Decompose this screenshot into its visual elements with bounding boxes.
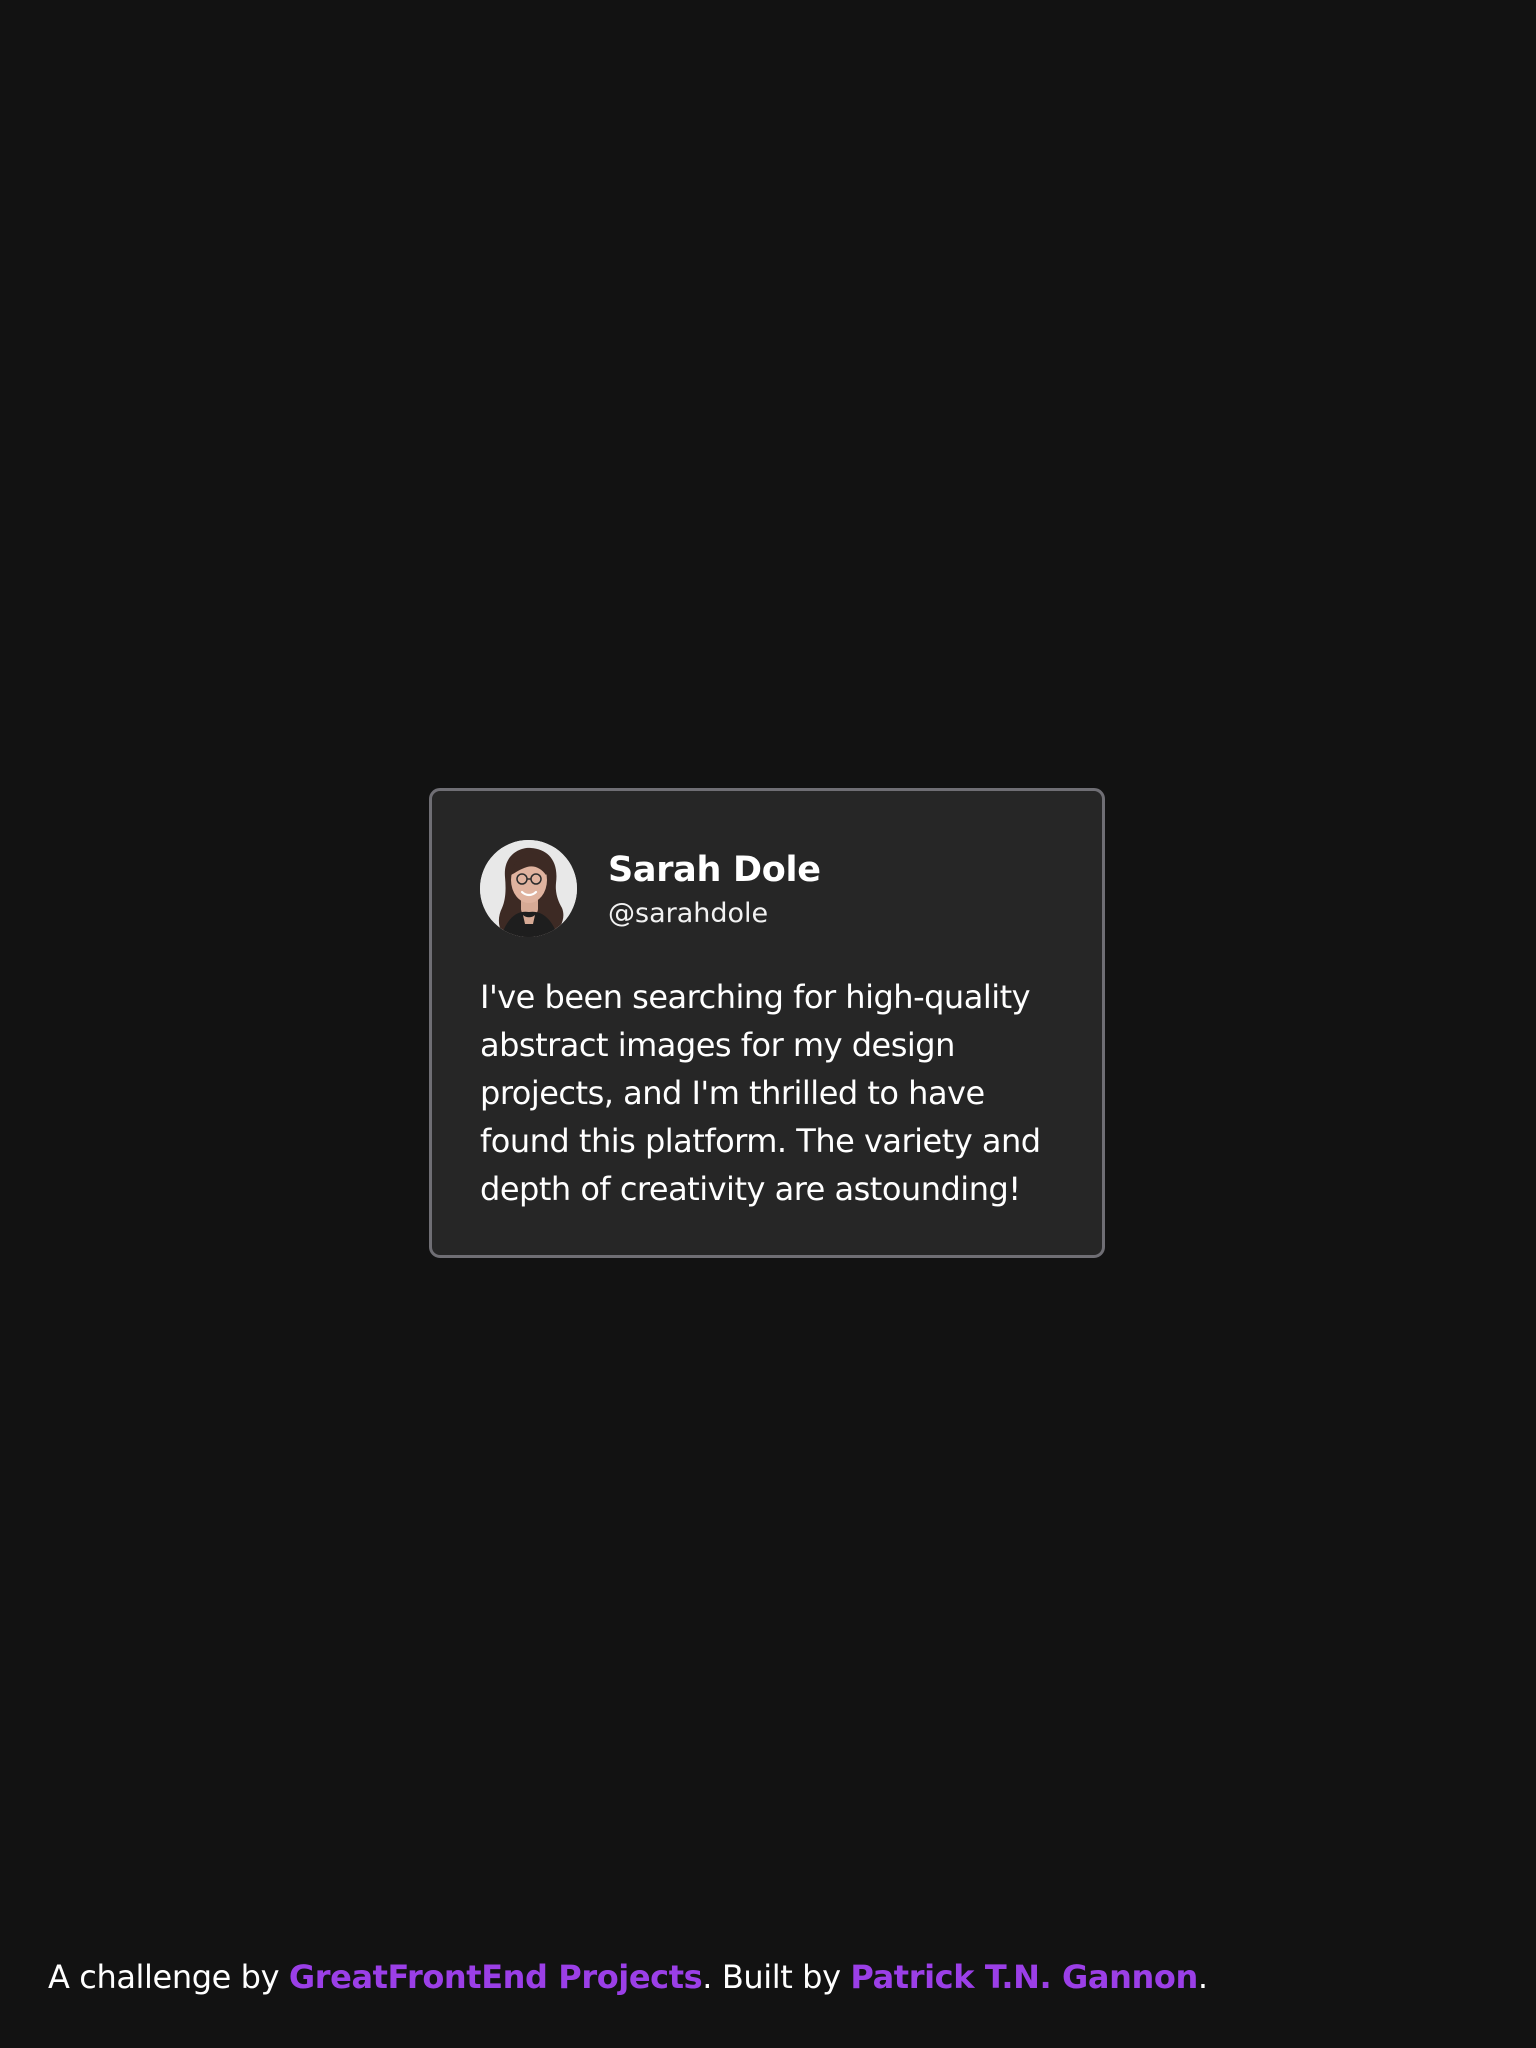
testimonial-message: I've been searching for high-quality abs… bbox=[480, 978, 1041, 1208]
footer-middle: . Built by bbox=[702, 1958, 851, 1996]
author-link[interactable]: Patrick T.N. Gannon bbox=[850, 1958, 1198, 1996]
challenge-link[interactable]: GreatFrontEnd Projects bbox=[289, 1958, 703, 1996]
footer-suffix: . bbox=[1197, 1958, 1208, 1996]
user-identity: Sarah Dole @sarahdole bbox=[608, 846, 821, 932]
page: Sarah Dole @sarahdole I've been searchin… bbox=[0, 0, 1536, 2048]
testimonial-card: Sarah Dole @sarahdole I've been searchin… bbox=[429, 788, 1105, 1258]
avatar-portrait-icon bbox=[480, 840, 577, 937]
testimonial-header: Sarah Dole @sarahdole bbox=[480, 840, 1054, 937]
user-avatar bbox=[480, 840, 577, 937]
page-footer: A challenge by GreatFrontEnd Projects. B… bbox=[48, 1953, 1208, 2001]
user-handle: @sarahdole bbox=[608, 897, 769, 929]
footer-prefix: A challenge by bbox=[48, 1958, 289, 1996]
user-name: Sarah Dole bbox=[608, 849, 821, 890]
